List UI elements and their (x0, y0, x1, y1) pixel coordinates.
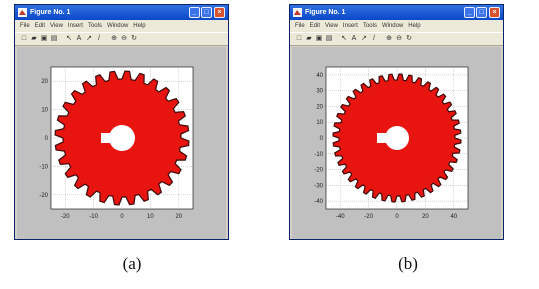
y-tick-label: -30 (314, 183, 323, 189)
y-tick-label: -20 (39, 193, 48, 199)
figure-window-b: Figure No. 1 _ □ × File Edit View Insert Too… (289, 4, 504, 240)
arrow-icon[interactable]: ↖ (340, 35, 348, 43)
y-tick-label: -10 (39, 164, 48, 170)
y-tick-label: 30 (316, 89, 323, 95)
matlab-icon (293, 8, 302, 17)
toolbar: □ ▰ ▣ ▤ ↖ A ↗ / ⊕ ⊖ ↻ (15, 32, 228, 46)
gear-keyway (377, 133, 387, 143)
x-tick-label: 0 (120, 214, 124, 220)
window-title: Figure No. 1 (30, 9, 71, 16)
close-button[interactable]: × (489, 7, 500, 18)
arrow-icon[interactable]: ↖ (65, 35, 73, 43)
title-bar[interactable]: Figure No. 1 _ □ × (290, 5, 503, 20)
x-tick-label: 0 (395, 214, 399, 220)
title-bar[interactable]: Figure No. 1 _ □ × (15, 5, 228, 20)
figure-panel-b: Figure No. 1 _ □ × File Edit View Insert Too… (289, 4, 504, 240)
zoom-out-icon[interactable]: ⊖ (120, 35, 128, 43)
menu-window[interactable]: Window (382, 23, 403, 29)
line-icon[interactable]: / (370, 35, 378, 43)
figure-area: -20 -10 0 10 20 20 10 0 -10 -20 (17, 47, 226, 239)
menu-bar: File Edit View Insert Tools Window Help (290, 20, 503, 32)
zoom-in-icon[interactable]: ⊕ (385, 35, 393, 43)
gear-bore (385, 126, 409, 150)
line-icon[interactable]: / (95, 35, 103, 43)
y-tick-label: 20 (41, 79, 48, 85)
gear-bore (109, 125, 135, 151)
x-tick-label: 20 (422, 214, 429, 220)
caption-b: (b) (398, 254, 418, 273)
x-tick-label: -20 (61, 214, 70, 220)
x-tick-label: 40 (450, 214, 457, 220)
figure-window-a: Figure No. 1 _ □ × File Edit View Insert Too… (14, 4, 229, 240)
gear-plot[interactable]: -40 -20 0 20 40 40 30 20 10 0 -10 -20 -30 -40 (292, 47, 501, 239)
menu-view[interactable]: View (325, 23, 338, 29)
figure-panel-a: Figure No. 1 _ □ × File Edit View Insert Too… (14, 4, 229, 240)
gear-plot[interactable]: -20 -10 0 10 20 20 10 0 -10 -20 (17, 47, 226, 239)
text-icon[interactable]: A (75, 35, 83, 43)
y-tick-label: -10 (314, 152, 323, 158)
menu-file[interactable]: File (20, 23, 30, 29)
caption-a: (a) (122, 254, 142, 273)
minimize-button[interactable]: _ (464, 7, 475, 18)
arrow-draw-icon[interactable]: ↗ (85, 35, 93, 43)
y-tick-label: -20 (314, 168, 323, 174)
y-tick-label: 10 (316, 120, 323, 126)
save-icon[interactable]: ▣ (40, 35, 48, 43)
text-icon[interactable]: A (350, 35, 358, 43)
y-tick-label: 40 (316, 73, 323, 79)
rotate-icon[interactable]: ↻ (130, 35, 138, 43)
new-file-icon[interactable]: □ (295, 35, 303, 43)
matlab-icon (18, 8, 27, 17)
menu-insert[interactable]: Insert (68, 23, 83, 29)
menu-file[interactable]: File (295, 23, 305, 29)
open-icon[interactable]: ▰ (305, 35, 313, 43)
y-tick-label: 0 (45, 136, 49, 142)
x-tick-label: 10 (147, 214, 154, 220)
print-icon[interactable]: ▤ (50, 35, 58, 43)
y-tick-label: 0 (320, 136, 324, 142)
y-tick-label: 20 (316, 104, 323, 110)
x-tick-label: -40 (336, 214, 345, 220)
menu-help[interactable]: Help (408, 23, 420, 29)
arrow-draw-icon[interactable]: ↗ (360, 35, 368, 43)
save-icon[interactable]: ▣ (315, 35, 323, 43)
menu-tools[interactable]: Tools (363, 23, 377, 29)
rotate-icon[interactable]: ↻ (405, 35, 413, 43)
x-tick-label: -20 (364, 214, 373, 220)
close-button[interactable]: × (214, 7, 225, 18)
menu-view[interactable]: View (50, 23, 63, 29)
menu-window[interactable]: Window (107, 23, 128, 29)
menu-edit[interactable]: Edit (310, 23, 320, 29)
y-tick-label: 10 (41, 108, 48, 114)
y-tick-label: -40 (314, 199, 323, 205)
maximize-button[interactable]: □ (201, 7, 212, 18)
zoom-out-icon[interactable]: ⊖ (395, 35, 403, 43)
menu-insert[interactable]: Insert (343, 23, 358, 29)
new-file-icon[interactable]: □ (20, 35, 28, 43)
menu-tools[interactable]: Tools (88, 23, 102, 29)
open-icon[interactable]: ▰ (30, 35, 38, 43)
window-title: Figure No. 1 (305, 9, 346, 16)
maximize-button[interactable]: □ (476, 7, 487, 18)
gear-keyway (101, 133, 111, 143)
x-tick-label: 20 (175, 214, 182, 220)
menu-help[interactable]: Help (133, 23, 145, 29)
minimize-button[interactable]: _ (189, 7, 200, 18)
zoom-in-icon[interactable]: ⊕ (110, 35, 118, 43)
figure-area: -40 -20 0 20 40 40 30 20 10 0 -10 -20 -30 -40 (292, 47, 501, 239)
toolbar: □ ▰ ▣ ▤ ↖ A ↗ / ⊕ ⊖ ↻ (290, 32, 503, 46)
menu-edit[interactable]: Edit (35, 23, 45, 29)
print-icon[interactable]: ▤ (325, 35, 333, 43)
menu-bar: File Edit View Insert Tools Window Help (15, 20, 228, 32)
x-tick-label: -10 (89, 214, 98, 220)
